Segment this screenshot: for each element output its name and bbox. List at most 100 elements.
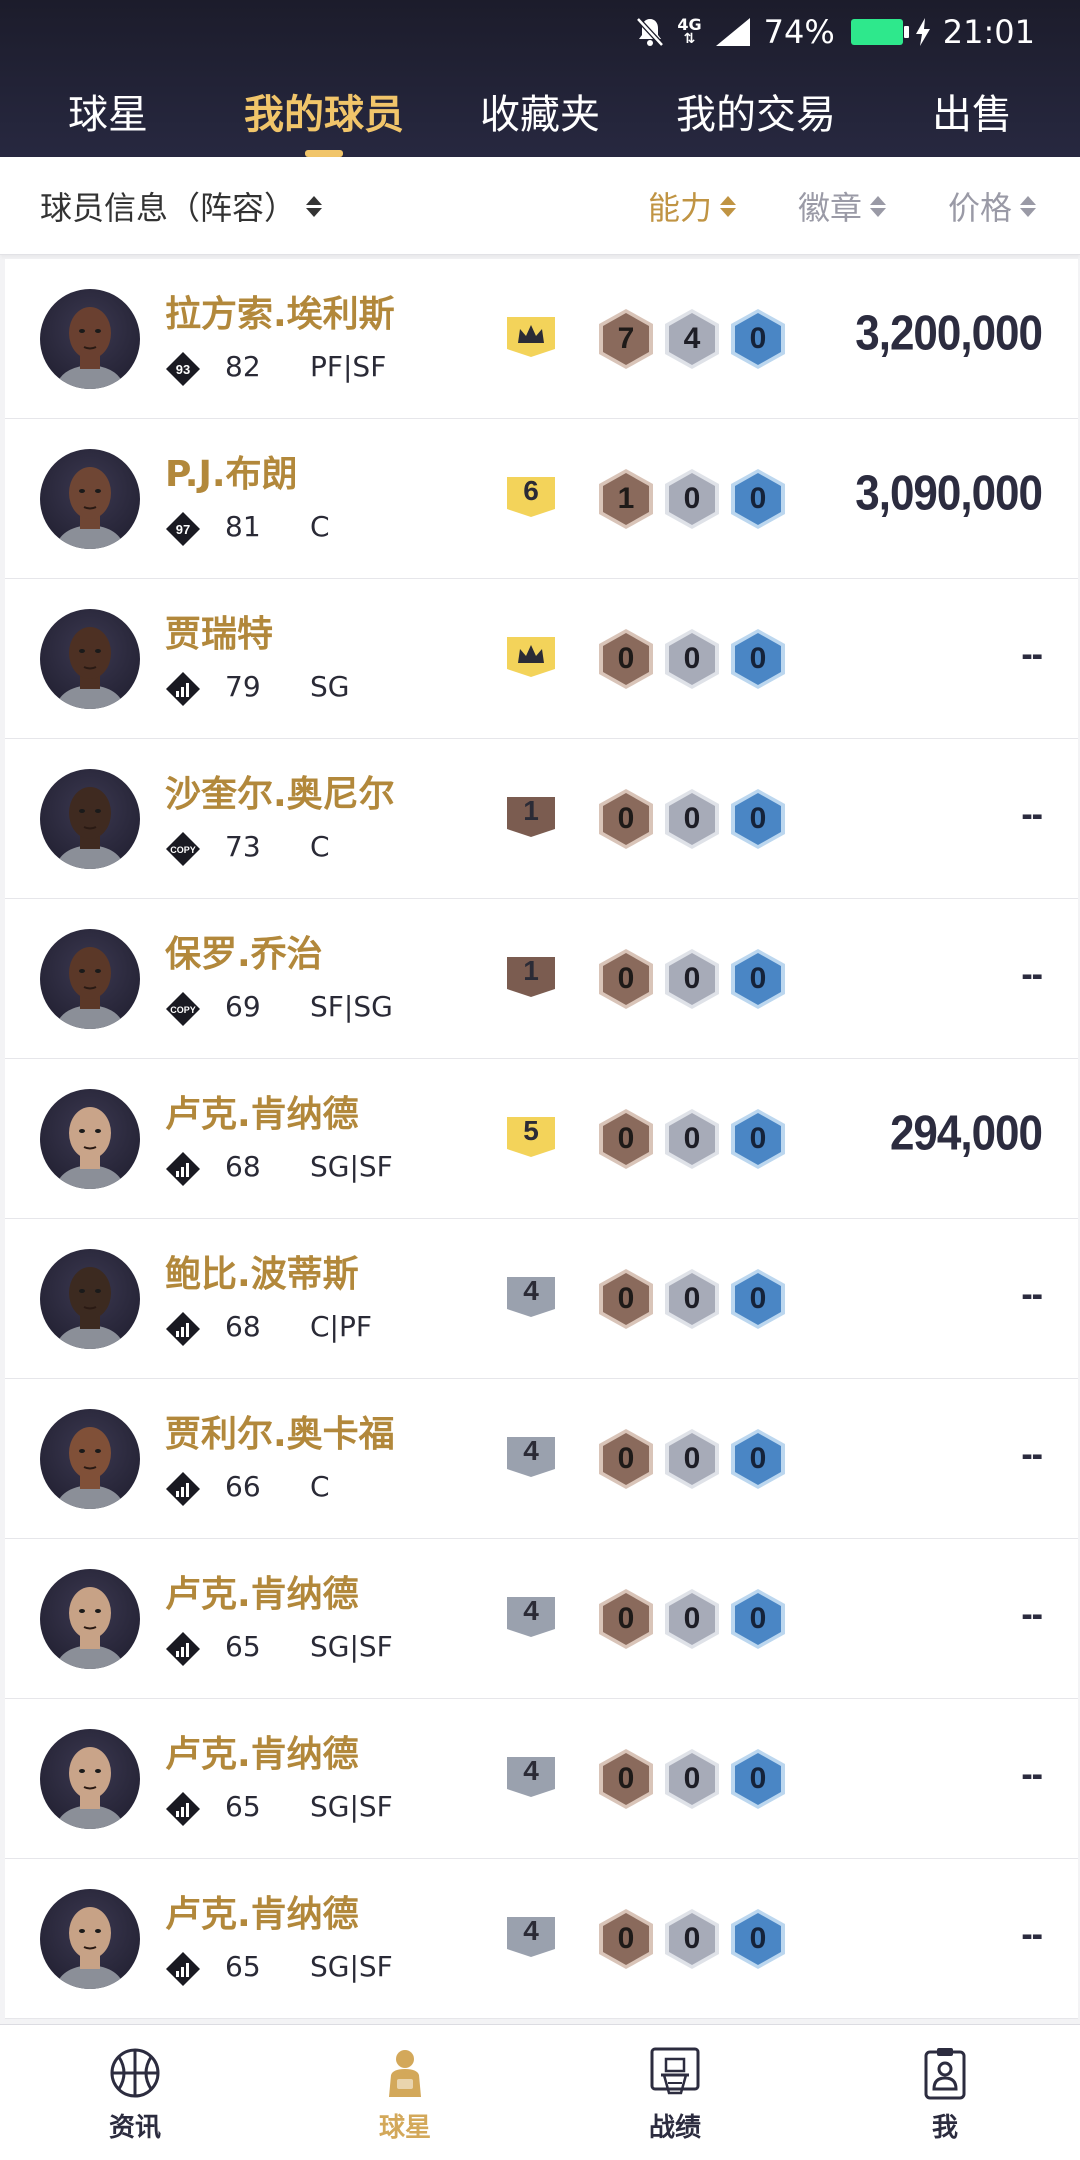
bronze-badge-icon: 0 (595, 947, 657, 1011)
player-row[interactable]: 卢克.肯纳德 65 SG|SF 4 0 0 0 -- (5, 1539, 1078, 1699)
player-avatar (40, 1889, 140, 1989)
sort-badges-label: 徽章 (798, 189, 863, 227)
crown-tier-icon (503, 311, 559, 361)
nav-stars[interactable]: 球星 (270, 2025, 540, 2160)
player-price: -- (1021, 1912, 1043, 1956)
player-price: -- (1021, 792, 1043, 836)
player-row[interactable]: 沙奎尔.奥尼尔 COPY 73 C 1 0 0 0 -- (5, 739, 1078, 899)
player-overall: 79 (225, 670, 261, 703)
gold-badge-count: 0 (749, 1602, 767, 1635)
gold-badge-icon: 0 (727, 1267, 789, 1331)
player-row[interactable]: 拉方索.埃利斯 93 82 PF|SF 7 4 0 3,200,000 (5, 259, 1078, 419)
rating-diamond-icon (165, 1791, 201, 1827)
player-overall: 66 (225, 1470, 261, 1503)
sort-ability[interactable]: 能力 (648, 183, 737, 229)
player-row[interactable]: 卢克.肯纳德 65 SG|SF 4 0 0 0 -- (5, 1699, 1078, 1859)
player-position: SG|SF (310, 1150, 393, 1183)
silver-badge-count: 4 (683, 322, 701, 355)
player-avatar (40, 1249, 140, 1349)
player-avatar (40, 289, 140, 389)
badge-counts: 0 0 0 (595, 1587, 789, 1651)
gold-badge-icon: 0 (727, 307, 789, 371)
tab-my-trades[interactable]: 我的交易 (648, 72, 864, 157)
player-row[interactable]: P.J.布朗 97 81 C 6 1 0 0 3,090,000 (5, 419, 1078, 579)
player-row[interactable]: 保罗.乔治 COPY 69 SF|SG 1 0 0 0 -- (5, 899, 1078, 1059)
silver-badge-count: 0 (683, 642, 701, 675)
silver-badge-count: 0 (683, 1922, 701, 1955)
gold-badge-count: 0 (749, 1442, 767, 1475)
hoop-icon (650, 2047, 700, 2095)
player-name: 卢克.肯纳德 (165, 1094, 359, 1135)
bronze-badge-count: 1 (617, 482, 635, 515)
sort-price[interactable]: 价格 (948, 183, 1037, 229)
player-price: -- (1021, 1432, 1043, 1476)
tier-badge: 1 (503, 951, 559, 1001)
gold-badge-count: 0 (749, 802, 767, 835)
svg-text:93: 93 (176, 362, 190, 377)
tab-my-players[interactable]: 我的球员 (216, 72, 432, 157)
player-avatar (40, 449, 140, 549)
sort-badges[interactable]: 徽章 (798, 183, 887, 229)
tier-level: 4 (523, 1435, 539, 1466)
tier-badge: 6 (503, 471, 559, 521)
rating-diamond-icon (165, 1631, 201, 1667)
silver-badge-count: 0 (683, 1442, 701, 1475)
player-overall: 82 (225, 350, 261, 383)
svg-text:COPY: COPY (170, 1005, 196, 1015)
tier-badge: 1 (503, 791, 559, 841)
bottom-nav: 资讯 球星 战绩 我 (0, 2024, 1080, 2160)
tab-sell[interactable]: 出售 (864, 72, 1080, 157)
battery-percent: 74% (763, 13, 835, 51)
rating-diamond-icon: COPY (165, 991, 201, 1027)
player-overall: 65 (225, 1630, 261, 1663)
sort-player-info[interactable]: 球员信息（阵容） (40, 183, 323, 229)
silver-badge-count: 0 (683, 1762, 701, 1795)
player-price: -- (1021, 1592, 1043, 1636)
tier-level: 5 (523, 1115, 539, 1146)
player-row[interactable]: 鲍比.波蒂斯 68 C|PF 4 0 0 0 -- (5, 1219, 1078, 1379)
player-position: PF|SF (310, 350, 387, 383)
tier-badge: 4 (503, 1431, 559, 1481)
nav-record-label: 战绩 (648, 2113, 701, 2143)
bronze-badge-count: 7 (617, 322, 635, 355)
player-name: 卢克.肯纳德 (165, 1574, 359, 1615)
app-header: 4G ⇅ 74% 21:01 球星 我的球员 收藏夹 我的交易 出售 (0, 0, 1080, 157)
player-position: SF|SG (310, 990, 393, 1023)
player-row[interactable]: 卢克.肯纳德 68 SG|SF 5 0 0 0 294,000 (5, 1059, 1078, 1219)
badge-counts: 0 0 0 (595, 787, 789, 851)
gold-badge-count: 0 (749, 1922, 767, 1955)
player-avatar (40, 1089, 140, 1189)
nav-news[interactable]: 资讯 (0, 2025, 270, 2160)
gold-badge-icon: 0 (727, 1107, 789, 1171)
player-avatar (40, 609, 140, 709)
bronze-badge-count: 0 (617, 1282, 635, 1315)
profile-card-icon (924, 2048, 966, 2100)
sort-arrows-icon (720, 195, 737, 217)
nav-me-label: 我 (931, 2113, 958, 2143)
player-row[interactable]: 贾瑞特 79 SG 0 0 0 -- (5, 579, 1078, 739)
bronze-badge-icon: 0 (595, 1107, 657, 1171)
nav-me[interactable]: 我 (810, 2025, 1080, 2160)
player-row[interactable]: 卢克.肯纳德 65 SG|SF 4 0 0 0 -- (5, 1859, 1078, 2019)
player-list[interactable]: 拉方索.埃利斯 93 82 PF|SF 7 4 0 3,200,000 P.J.布朗 97 81 C 6… (5, 259, 1078, 2024)
nav-record[interactable]: 战绩 (540, 2025, 810, 2160)
status-icons: 4G ⇅ 74% 21:01 (635, 10, 1035, 54)
player-name: 卢克.肯纳德 (165, 1894, 359, 1935)
bronze-badge-icon: 0 (595, 1907, 657, 1971)
silver-badge-icon: 0 (661, 1587, 723, 1651)
player-row[interactable]: 贾利尔.奥卡福 66 C 4 0 0 0 -- (5, 1379, 1078, 1539)
rating-diamond-icon (165, 1951, 201, 1987)
rating-diamond-icon (165, 671, 201, 707)
player-overall: 81 (225, 510, 261, 543)
svg-text:97: 97 (176, 522, 190, 537)
player-avatar (40, 1569, 140, 1669)
player-avatar (40, 769, 140, 869)
charging-bolt-icon (915, 18, 931, 46)
tab-favorites[interactable]: 收藏夹 (432, 72, 648, 157)
gold-badge-count: 0 (749, 322, 767, 355)
player-avatar (40, 1409, 140, 1509)
bronze-badge-icon: 7 (595, 307, 657, 371)
player-price: -- (1021, 1272, 1043, 1316)
tab-stars[interactable]: 球星 (0, 72, 216, 157)
silver-badge-count: 0 (683, 482, 701, 515)
